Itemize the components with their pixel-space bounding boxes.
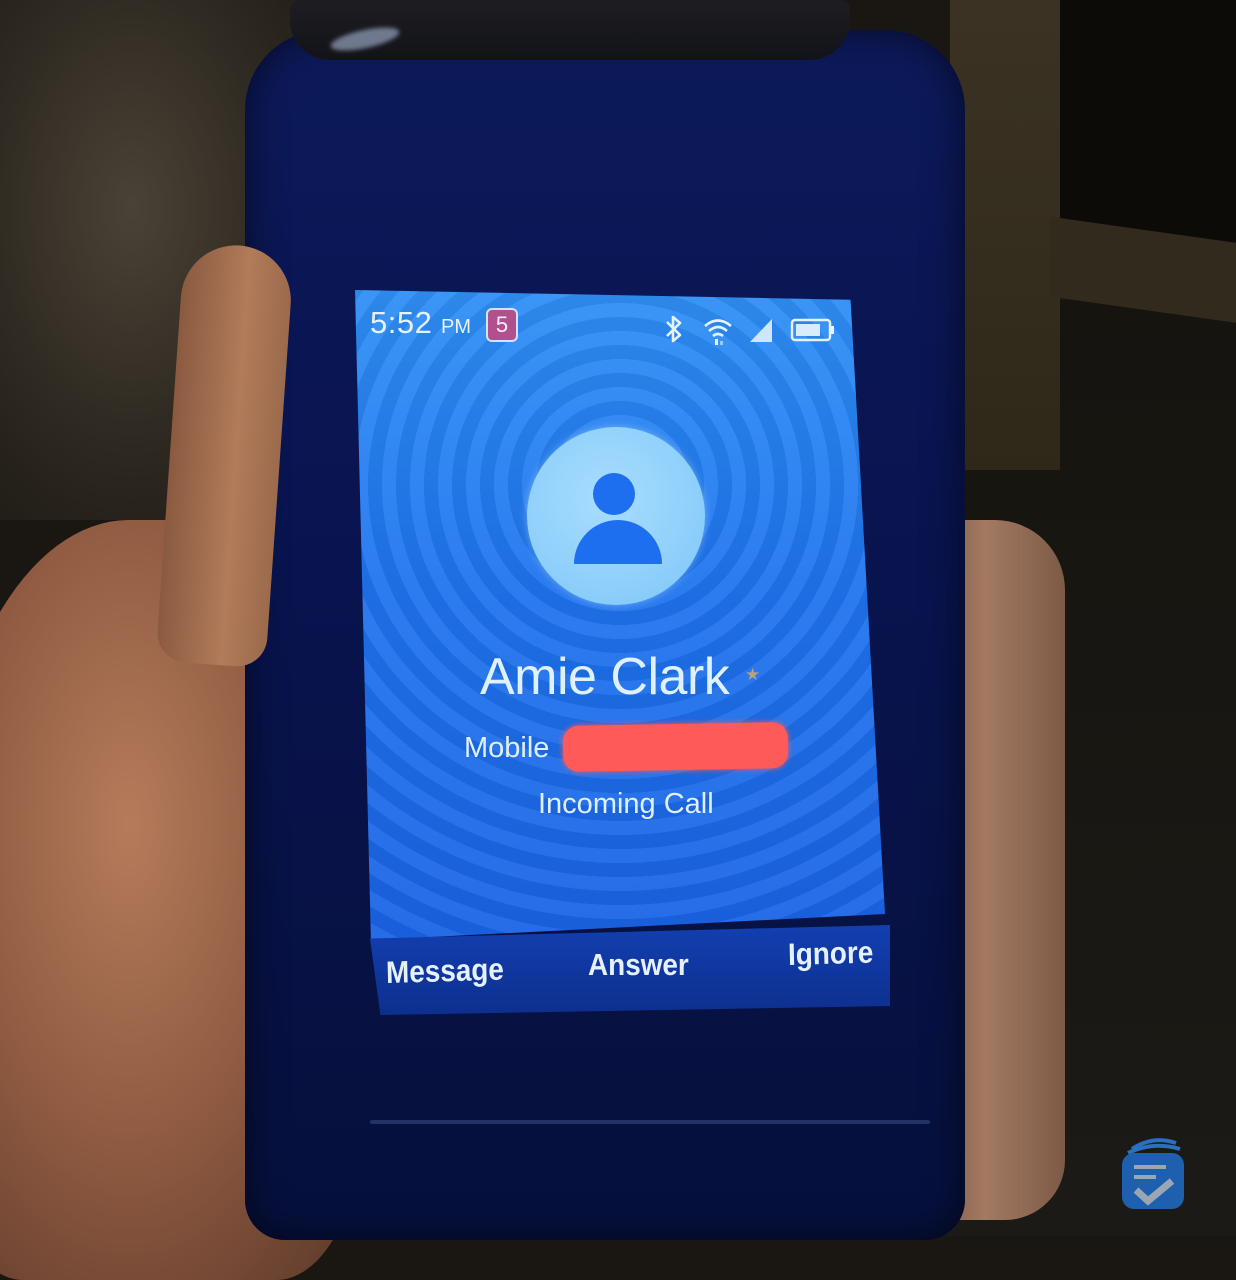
ignore-softkey[interactable]: Ignore [788, 935, 874, 973]
background-board [950, 0, 1060, 470]
status-icons [660, 312, 840, 346]
wifi-icon [704, 319, 732, 345]
status-time: 5:52 [370, 305, 433, 340]
contact-avatar [527, 427, 705, 605]
call-status: Incoming Call [538, 788, 714, 820]
phone-edge-highlight [370, 1120, 930, 1124]
favorite-star-icon: ★ [745, 665, 761, 684]
contact-name: Amie Clark [480, 648, 730, 706]
phone-screen [355, 290, 885, 940]
person-icon-head [593, 473, 635, 515]
message-softkey[interactable]: Message [386, 952, 505, 991]
answer-softkey[interactable]: Answer [588, 947, 689, 983]
notification-badge: 5 [486, 308, 518, 342]
person-icon-body [574, 520, 662, 564]
cellular-signal-icon [750, 319, 772, 342]
number-type-label: Mobile [464, 732, 550, 764]
status-ampm: PM [441, 316, 471, 338]
battery-icon [790, 318, 834, 342]
redacted-phone-number [562, 722, 789, 772]
checklist-logo-icon [1122, 1138, 1184, 1209]
bluetooth-icon [666, 315, 682, 343]
